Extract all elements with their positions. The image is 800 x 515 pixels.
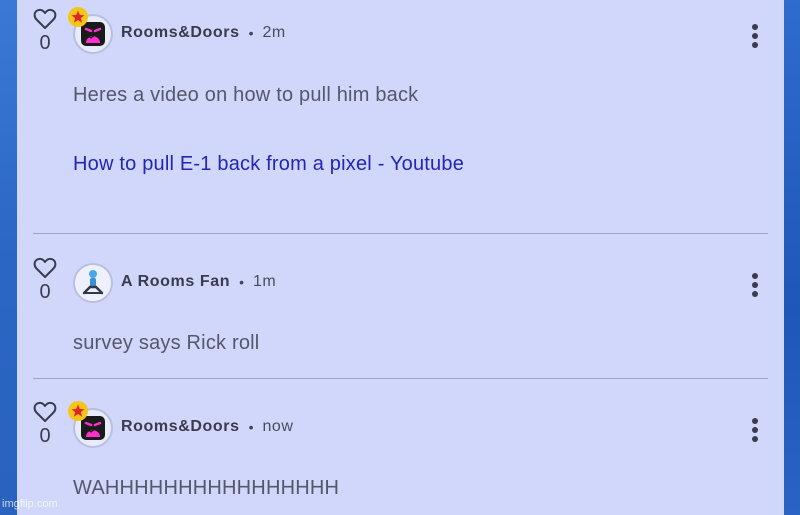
video-link[interactable]: How to pull E-1 back from a pixel - Yout… (73, 153, 464, 176)
like-control[interactable]: 0 (33, 257, 57, 303)
timestamp: now (262, 418, 294, 435)
comment-header: Rooms&Doors • now (121, 415, 293, 439)
desktop-background-right (784, 0, 800, 515)
comment-text: WAHHHHHHHHHHHHHHHH (73, 477, 340, 499)
username[interactable]: A Rooms Fan (121, 273, 230, 291)
timestamp: 2m (262, 24, 286, 41)
comment-header: Rooms&Doors • 2m (121, 21, 286, 45)
more-options-icon[interactable] (751, 418, 759, 445)
like-count: 0 (39, 281, 51, 303)
star-badge-icon (68, 401, 88, 421)
comment-text: Heres a video on how to pull him back (73, 84, 419, 106)
comment-divider (33, 233, 768, 234)
heart-icon[interactable] (33, 8, 57, 30)
like-control[interactable]: 0 (33, 401, 57, 447)
watermark: imgflip.com (2, 498, 58, 510)
heart-icon[interactable] (33, 401, 57, 423)
username[interactable]: Rooms&Doors (121, 418, 240, 436)
desktop-background-left (0, 0, 17, 515)
like-count: 0 (39, 32, 51, 54)
comment-header: A Rooms Fan • 1m (121, 270, 276, 294)
username[interactable]: Rooms&Doors (121, 24, 240, 42)
more-options-icon[interactable] (751, 273, 759, 300)
user-avatar[interactable] (73, 263, 113, 303)
separator-dot: • (248, 419, 254, 435)
comment-text: survey says Rick roll (73, 332, 260, 354)
like-control[interactable]: 0 (33, 8, 57, 54)
comments-panel: 0 Rooms&Doors • 2m Heres a video on how … (17, 0, 784, 515)
figure-avatar-icon (75, 265, 111, 301)
more-options-icon[interactable] (751, 24, 759, 51)
heart-icon[interactable] (33, 257, 57, 279)
timestamp: 1m (253, 273, 277, 290)
separator-dot: • (248, 25, 254, 41)
separator-dot: • (239, 274, 245, 290)
comment-divider (33, 378, 768, 379)
like-count: 0 (39, 425, 51, 447)
star-badge-icon (68, 7, 88, 27)
